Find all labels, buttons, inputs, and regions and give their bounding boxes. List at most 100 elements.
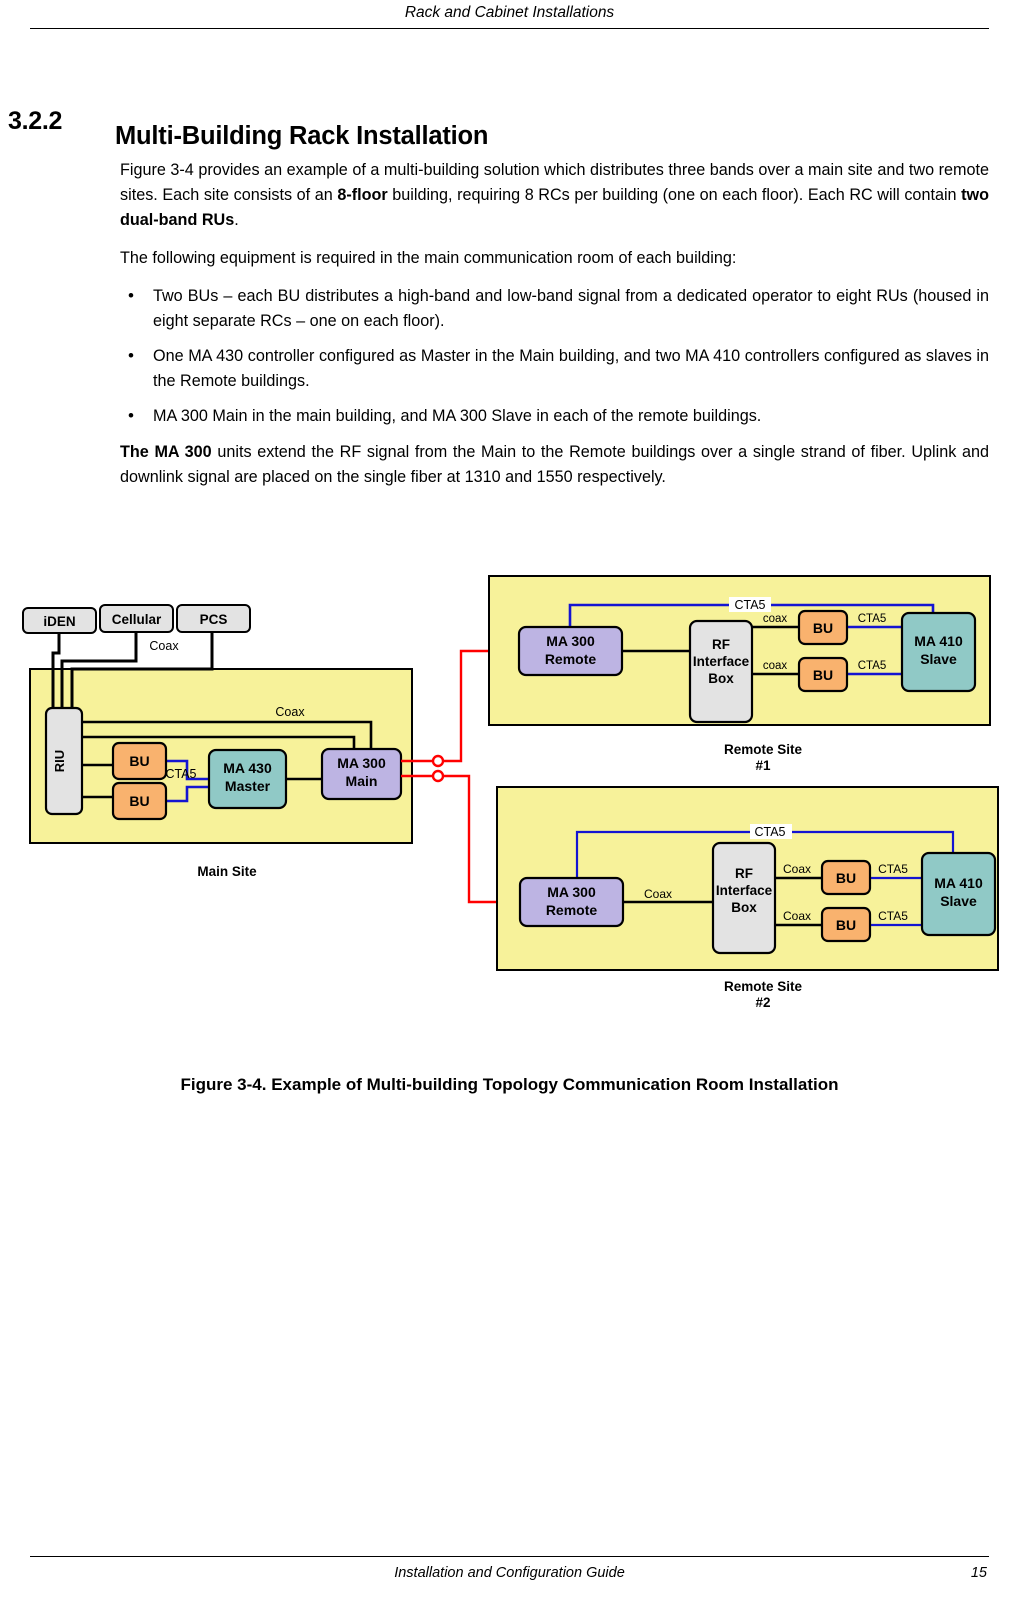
remote2-bu-top: BU (820, 859, 872, 896)
list-item: • Two BUs – each BU distributes a high-ba… (120, 284, 989, 334)
remote1-cta5-bu-top-label: CTA5 (858, 613, 887, 625)
remote2-coax-top-label: Coax (783, 862, 811, 876)
main-bu-bottom: BU (111, 781, 168, 821)
remote-site-2-group: CTA5 Coax Coax Coax CTA5 CTA5 MA 300 Rem… (496, 786, 999, 1010)
intro-text-c: building, requiring 8 RCs per building (… (387, 186, 962, 204)
figure-caption: Figure 3-4. Example of Multi-building To… (180, 1075, 839, 1094)
source-label-iden: iDEN (43, 614, 75, 629)
remote2-ma410-line1: MA 410 (934, 875, 983, 891)
remote-site-2-label-line1: Remote Site (724, 979, 803, 994)
remote2-rfbox-line3: Box (731, 900, 757, 915)
remote1-rfbox-line2: Interface (693, 654, 750, 669)
bullet-dot-icon: • (128, 406, 134, 425)
main-cta5-label: CTA5 (165, 767, 196, 781)
page-title: Multi-Building Rack Installation (115, 122, 489, 151)
fiber-connectors (431, 754, 445, 783)
figure-diagram: iDEN Cellular PCS Coax Coax CTA5 RIU BU … (0, 565, 1019, 1035)
intro-paragraph: Figure 3-4 provides an example of a mult… (120, 158, 989, 233)
remote1-rf-interface-box: RF Interface Box (688, 619, 754, 724)
list-item: • One MA 430 controller configured as Mas… (120, 344, 989, 394)
remote-site-2-label-line2: #2 (755, 995, 770, 1010)
ma430-master-box: MA 430 Master (207, 748, 288, 810)
remote1-ma300-box: MA 300 Remote (517, 625, 624, 677)
fiber-connector-icon (431, 769, 445, 783)
remote1-ma300-line2: Remote (545, 651, 597, 667)
remote2-rfbox-line1: RF (735, 866, 753, 881)
remote1-rfbox-line3: Box (708, 671, 734, 686)
source-box-cellular: Cellular (99, 604, 174, 633)
bullet-dot-icon: • (128, 346, 134, 365)
main-bu-top-label: BU (129, 753, 149, 769)
remote1-cta5-bu-bottom-label: CTA5 (858, 660, 887, 672)
remote1-coax-bottom-label: coax (763, 660, 788, 672)
intro-bold-8floor: 8-floor (337, 186, 388, 204)
running-header: Rack and Cabinet Installations (404, 4, 615, 21)
remote1-ma410-line1: MA 410 (914, 633, 963, 649)
source-label-pcs: PCS (200, 612, 228, 627)
remote2-cta5-top-label: CTA5 (754, 825, 785, 839)
main-site-group: iDEN Cellular PCS Coax Coax CTA5 RIU BU … (22, 604, 413, 879)
source-box-iden: iDEN (22, 607, 97, 634)
remote1-ma410-line2: Slave (920, 651, 957, 667)
remote2-ma410-box: MA 410 Slave (920, 851, 997, 937)
ma300-main-label-line1: MA 300 (337, 755, 386, 771)
ma300-bold-lead: The MA 300 (120, 443, 212, 461)
page-number: 15 (970, 1565, 987, 1581)
riu-label: RIU (52, 750, 67, 772)
list-item-text: MA 300 Main in the main building, and MA… (153, 407, 762, 425)
remote1-bu-bottom: BU (797, 656, 849, 693)
fiber-connector-icon (431, 754, 445, 768)
intro-text-e: . (234, 211, 239, 229)
ma300-main-box: MA 300 Main (320, 747, 403, 801)
remote1-bu-top: BU (797, 609, 849, 646)
body-content: Figure 3-4 provides an example of a mult… (120, 158, 989, 503)
remote2-rf-interface-box: RF Interface Box (711, 841, 777, 955)
remote2-rfbox-line2: Interface (716, 883, 773, 898)
riu-box: RIU (44, 706, 84, 816)
remote2-bu-bottom-label: BU (836, 917, 856, 933)
remote-site-1-label-line2: #1 (755, 758, 771, 773)
section-number: 3.2.2 (8, 107, 63, 135)
topology-diagram-svg: iDEN Cellular PCS Coax Coax CTA5 RIU BU … (22, 575, 999, 1010)
fiber-links (401, 649, 497, 904)
equipment-list: • Two BUs – each BU distributes a high-ba… (120, 284, 989, 429)
remote1-coax-top-label: coax (763, 613, 788, 625)
remote2-ma300-line2: Remote (546, 902, 598, 918)
remote2-cta5-bu-bottom-label: CTA5 (878, 909, 908, 923)
main-bu-bottom-label: BU (129, 793, 149, 809)
ma300-main-label-line2: Main (346, 773, 378, 789)
ma300-paragraph: The MA 300 units extend the RF signal fr… (120, 440, 989, 490)
remote-site-1-label-line1: Remote Site (724, 742, 803, 757)
remote2-ma300-box: MA 300 Remote (518, 876, 625, 928)
source-box-pcs: PCS (176, 604, 251, 633)
list-item-text: Two BUs – each BU distributes a high-ban… (153, 287, 989, 330)
remote1-ma300-line1: MA 300 (546, 633, 595, 649)
remote2-ma300-line1: MA 300 (547, 884, 596, 900)
remote1-rfbox-line1: RF (712, 637, 730, 652)
main-bu-top: BU (111, 741, 168, 781)
remote2-bu-top-label: BU (836, 870, 856, 886)
ma430-label-line2: Master (225, 778, 271, 794)
remote1-bu-top-label: BU (813, 620, 833, 636)
header-divider (30, 28, 989, 29)
ma430-label-line1: MA 430 (223, 760, 272, 776)
remote2-ma300-link-label: Coax (644, 887, 672, 901)
remote2-bu-bottom: BU (820, 906, 872, 943)
bullet-dot-icon: • (128, 286, 134, 305)
remote-site-1-group: CTA5 coax coax CTA5 CTA5 MA 300 Remote R… (488, 575, 991, 773)
ma300-text: units extend the RF signal from the Main… (120, 443, 989, 486)
footer-divider (30, 1556, 989, 1557)
document-page: Rack and Cabinet Installations 3.2.2 Mul… (0, 0, 1019, 1601)
list-item: • MA 300 Main in the main building, and M… (120, 404, 989, 429)
remote1-cta5-top-label: CTA5 (734, 598, 765, 612)
remote2-cta5-bu-top-label: CTA5 (878, 862, 908, 876)
footer-title: Installation and Configuration Guide (394, 1565, 625, 1581)
main-source-coax-label: Coax (149, 639, 179, 653)
equipment-lead-in: The following equipment is required in t… (120, 249, 737, 267)
list-item-text: One MA 430 controller configured as Mast… (153, 347, 989, 390)
remote1-bu-bottom-label: BU (813, 667, 833, 683)
main-site-label: Main Site (197, 864, 257, 879)
remote2-ma410-line2: Slave (940, 893, 977, 909)
main-coax-label: Coax (275, 705, 305, 719)
remote2-coax-bottom-label: Coax (783, 909, 811, 923)
